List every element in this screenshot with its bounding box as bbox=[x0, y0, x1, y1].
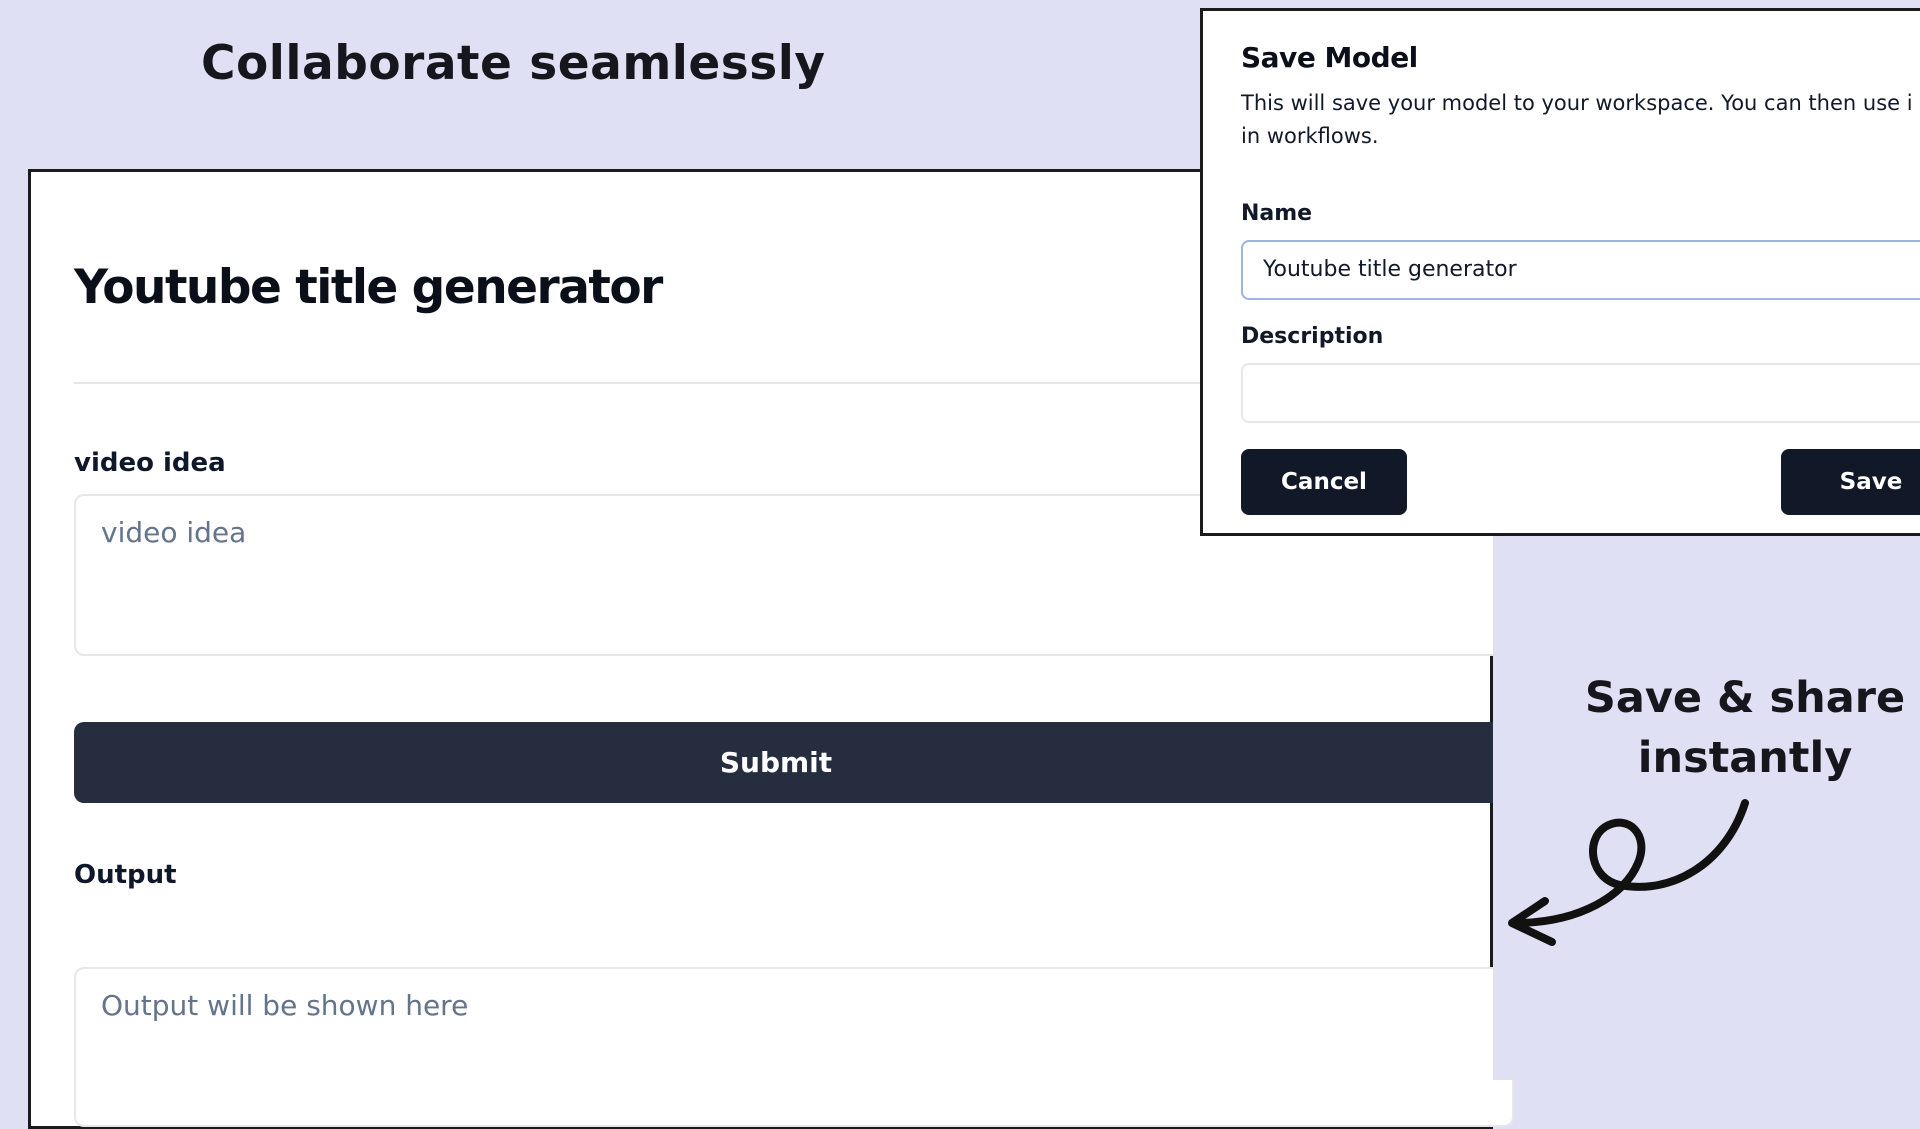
name-input[interactable]: Youtube title generator bbox=[1241, 240, 1920, 300]
annotation-line2: instantly bbox=[1637, 733, 1853, 783]
app-title: Youtube title generator bbox=[74, 260, 663, 315]
dialog-description-line2: in workflows. bbox=[1241, 124, 1379, 148]
annotation-text: Save & share instantly bbox=[1560, 668, 1920, 788]
output-box: Output will be shown here bbox=[74, 967, 1514, 1127]
submit-button-label: Submit bbox=[719, 746, 833, 779]
name-label: Name bbox=[1241, 201, 1313, 226]
save-model-dialog: Save Model This will save your model to … bbox=[1200, 8, 1920, 536]
headline: Collaborate seamlessly bbox=[201, 36, 826, 91]
output-label: Output bbox=[74, 860, 177, 890]
save-button[interactable]: Save bbox=[1781, 449, 1920, 515]
annotation-line1: Save & share bbox=[1584, 673, 1906, 723]
video-idea-label: video idea bbox=[74, 448, 226, 478]
curly-arrow-icon bbox=[1508, 799, 1749, 946]
cancel-button[interactable]: Cancel bbox=[1241, 449, 1407, 515]
dialog-title: Save Model bbox=[1241, 41, 1418, 74]
dialog-description-line1: This will save your model to your worksp… bbox=[1241, 91, 1913, 115]
dialog-description: This will save your model to your worksp… bbox=[1241, 87, 1920, 153]
description-input[interactable] bbox=[1241, 363, 1920, 423]
description-label: Description bbox=[1241, 324, 1384, 349]
submit-button[interactable]: Submit bbox=[74, 722, 1514, 803]
